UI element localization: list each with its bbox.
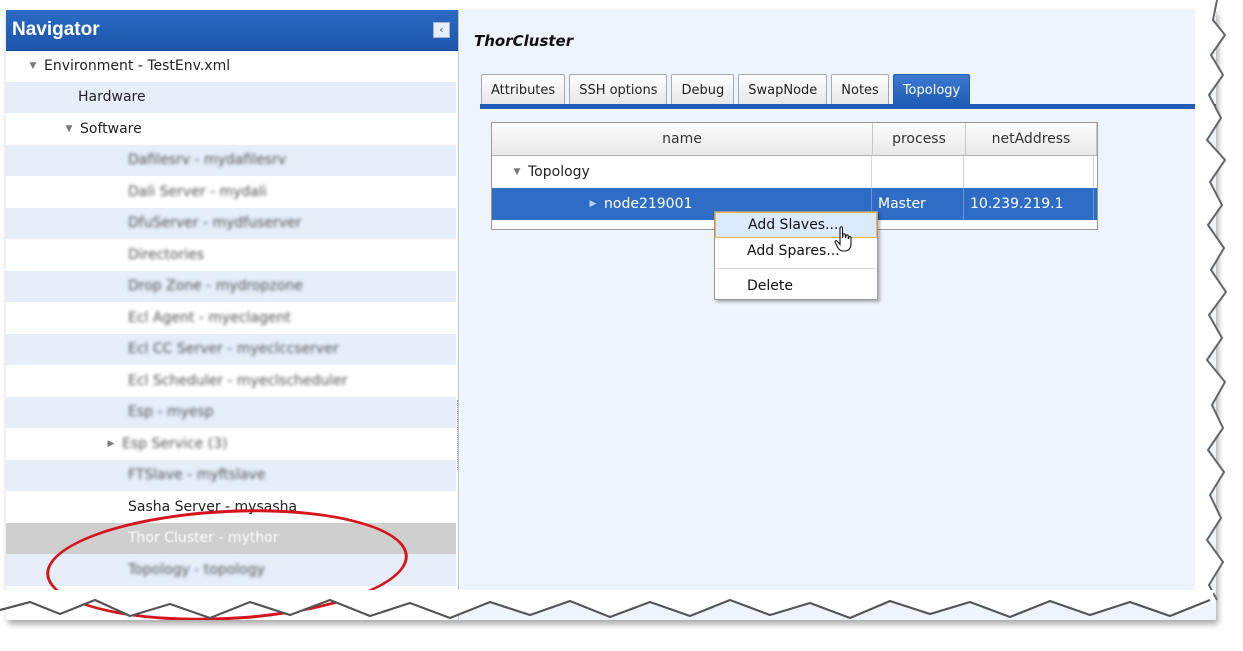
tree-item[interactable]: Drop Zone - mydropzone bbox=[6, 270, 456, 302]
expanded-arrow-icon[interactable]: ▼ bbox=[64, 124, 74, 134]
tree-item-esp-service[interactable]: ▶ Esp Service (3) bbox=[6, 428, 456, 460]
grid-cell-netaddress: 10.239.219.1 bbox=[964, 188, 1094, 220]
tree-item[interactable]: Ecl Agent - myeclagent bbox=[6, 302, 456, 334]
tree-item-label: FTSlave - myftslave bbox=[128, 467, 266, 484]
tree-item-software[interactable]: ▼ Software bbox=[6, 113, 456, 145]
torn-edge-bottom bbox=[0, 590, 1215, 620]
tree-item-label: Dafilesrv - mydafilesrv bbox=[128, 152, 287, 169]
grid-cell-process: Master bbox=[872, 188, 964, 220]
page-title: ThorCluster bbox=[474, 32, 574, 50]
tree-item-label: Ecl Scheduler - myeclscheduler bbox=[128, 372, 348, 389]
tab-bar: Attributes SSH options Debug SwapNode No… bbox=[481, 74, 971, 105]
table-row[interactable]: ▼ Topology bbox=[492, 156, 1097, 188]
grid-cell-netaddress bbox=[964, 156, 1094, 188]
context-menu: Add Slaves... Add Spares... Delete bbox=[714, 211, 878, 300]
tree-item-label: Hardware bbox=[78, 89, 146, 106]
grid-header: name process netAddress bbox=[492, 123, 1097, 156]
column-header-netaddress[interactable]: netAddress bbox=[966, 123, 1097, 155]
main-panel: ThorCluster Attributes SSH options Debug… bbox=[460, 10, 1216, 620]
tree-item-label: Drop Zone - mydropzone bbox=[128, 278, 303, 295]
tree-item-label: Esp Service (3) bbox=[122, 435, 228, 452]
expanded-arrow-icon[interactable]: ▼ bbox=[512, 167, 522, 177]
tree-item[interactable]: DfuServer - mydfuserver bbox=[6, 207, 456, 239]
navigator-title: Navigator bbox=[12, 19, 100, 40]
tree-item[interactable]: Directories bbox=[6, 239, 456, 271]
tree-item-label: Environment - TestEnv.xml bbox=[44, 57, 231, 74]
tree-item-label: Ecl CC Server - myeclccserver bbox=[128, 341, 339, 358]
column-header-process[interactable]: process bbox=[873, 123, 966, 155]
tree-item[interactable]: Esp - myesp bbox=[6, 396, 456, 428]
tab-ssh-options[interactable]: SSH options bbox=[569, 74, 668, 105]
grid-cell-process bbox=[872, 156, 964, 188]
tab-attributes[interactable]: Attributes bbox=[481, 74, 566, 105]
tree-item[interactable]: Dafilesrv - mydafilesrv bbox=[6, 144, 456, 176]
tab-notes[interactable]: Notes bbox=[831, 74, 889, 105]
tree-item-label: Directories bbox=[128, 246, 205, 263]
collapse-panel-button[interactable]: ‹ bbox=[433, 22, 450, 38]
column-header-name[interactable]: name bbox=[492, 123, 873, 155]
node-name: node219001 bbox=[604, 196, 693, 212]
navigator-header: Navigator ‹ bbox=[6, 10, 458, 51]
tab-swapnode[interactable]: SwapNode bbox=[738, 74, 828, 105]
tree-item-label: Ecl Agent - myeclagent bbox=[128, 309, 291, 326]
tree-item[interactable]: Dali Server - mydali bbox=[6, 176, 456, 208]
tree-item-label: DfuServer - mydfuserver bbox=[128, 215, 302, 232]
collapsed-arrow-icon[interactable]: ▶ bbox=[588, 199, 598, 209]
tree-item-environment[interactable]: ▼ Environment - TestEnv.xml bbox=[6, 50, 456, 82]
tree-item-label: Software bbox=[80, 120, 142, 137]
topology-root-label: Topology bbox=[528, 164, 590, 180]
tree-item[interactable]: FTSlave - myftslave bbox=[6, 459, 456, 491]
menu-separator bbox=[717, 268, 875, 269]
tree-item-hardware[interactable]: Hardware bbox=[6, 81, 456, 113]
hand-cursor-icon bbox=[834, 226, 852, 252]
tab-debug[interactable]: Debug bbox=[671, 74, 735, 105]
tab-underline bbox=[480, 104, 1216, 109]
grid-cell-name: ▼ Topology bbox=[492, 156, 872, 188]
menu-item-delete[interactable]: Delete bbox=[715, 273, 877, 299]
tree-item[interactable]: Ecl CC Server - myeclccserver bbox=[6, 333, 456, 365]
application-window: Navigator ‹ ▼ Environment - TestEnv.xml … bbox=[6, 10, 1216, 620]
expanded-arrow-icon[interactable]: ▼ bbox=[28, 61, 38, 71]
collapsed-arrow-icon[interactable]: ▶ bbox=[106, 439, 116, 449]
tab-topology[interactable]: Topology bbox=[892, 74, 971, 105]
tree-item-label: Esp - myesp bbox=[128, 404, 214, 421]
torn-edge-right bbox=[1195, 0, 1228, 610]
tree-item[interactable]: Ecl Scheduler - myeclscheduler bbox=[6, 365, 456, 397]
tree-item-label: Dali Server - mydali bbox=[128, 183, 267, 200]
